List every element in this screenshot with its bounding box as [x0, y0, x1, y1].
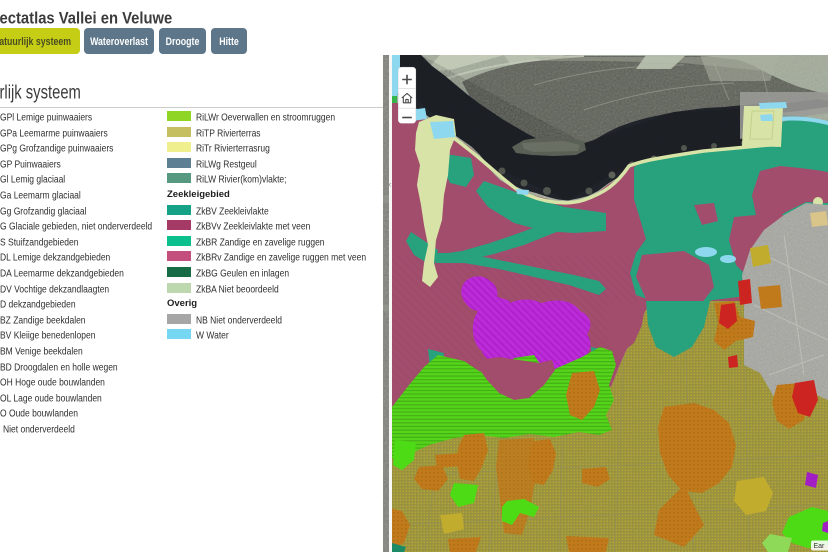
svg-text:Ear: Ear [814, 543, 826, 550]
